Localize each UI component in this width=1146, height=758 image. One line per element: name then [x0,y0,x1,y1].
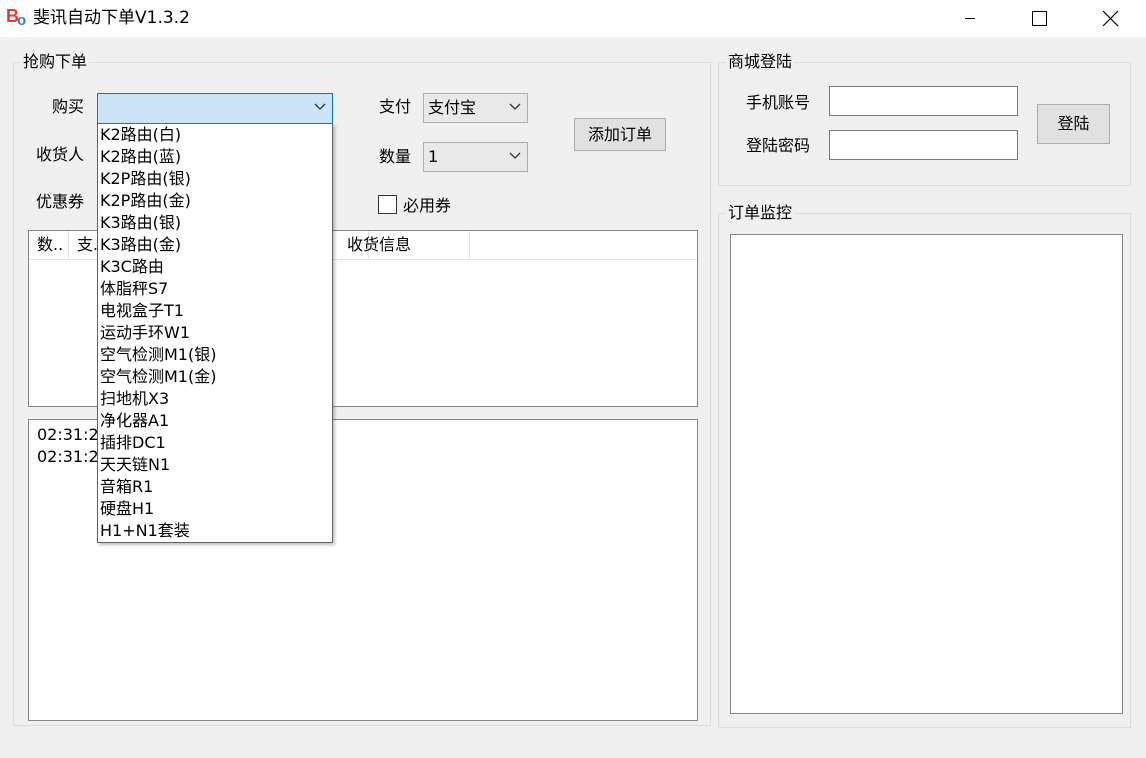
minimize-icon [965,18,975,19]
maximize-button[interactable] [1016,0,1062,36]
dropdown-option[interactable]: K2路由(蓝) [98,146,332,168]
coupon-label: 优惠券 [36,192,85,211]
dropdown-option[interactable]: K3路由(银) [98,212,332,234]
column-header-count[interactable]: 数.. [29,231,69,260]
app-logo: B o [6,7,30,29]
dropdown-option[interactable]: K2P路由(金) [98,190,332,212]
dropdown-option[interactable]: 净化器A1 [98,410,332,432]
chevron-down-icon [509,103,521,110]
logo-letter-o: o [17,12,27,29]
maximize-icon [1032,11,1047,26]
must-coupon-label: 必用券 [403,196,452,215]
add-order-button[interactable]: 添加订单 [574,118,666,151]
buy-label: 购买 [52,97,85,116]
pay-method-value: 支付宝 [428,98,477,117]
dropdown-option[interactable]: 硬盘H1 [98,498,332,520]
dropdown-option[interactable]: 空气检测M1(银) [98,344,332,366]
dropdown-option[interactable]: 体脂秤S7 [98,278,332,300]
dropdown-option[interactable]: K3C路由 [98,256,332,278]
dropdown-option[interactable]: 天天链N1 [98,454,332,476]
monitor-group-title: 订单监控 [726,203,795,223]
dropdown-option[interactable]: 插排DC1 [98,432,332,454]
dropdown-option[interactable]: 音箱R1 [98,476,332,498]
close-icon [1102,10,1119,27]
dropdown-option[interactable]: 电视盒子T1 [98,300,332,322]
dropdown-option[interactable]: H1+N1套装 [98,520,332,542]
phone-input[interactable] [829,86,1018,116]
order-group-title: 抢购下单 [21,52,90,72]
dropdown-option[interactable]: 空气检测M1(金) [98,366,332,388]
login-group-title: 商城登陆 [726,52,795,72]
quantity-value: 1 [428,147,439,166]
password-input[interactable] [829,130,1018,160]
log-line: 02:31:2 [37,447,99,466]
quantity-label: 数量 [379,147,412,166]
password-label: 登陆密码 [746,136,811,155]
quantity-select[interactable]: 1 [423,142,528,172]
log-line: 02:31:2 [37,425,99,444]
receiver-label: 收货人 [36,145,85,164]
dropdown-option[interactable]: 扫地机X3 [98,388,332,410]
close-button[interactable] [1087,0,1133,36]
dropdown-option[interactable]: 运动手环W1 [98,322,332,344]
chevron-down-icon [314,103,326,110]
minimize-button[interactable] [947,0,993,36]
window-title: 斐讯自动下单V1.3.2 [33,8,190,28]
product-dropdown-list[interactable]: K2路由(白) K2路由(蓝) K2P路由(银) K2P路由(金) K3路由(银) K3路… [97,123,333,543]
must-coupon-checkbox[interactable] [378,195,397,214]
product-select[interactable] [97,93,333,124]
column-header-receiver-info[interactable]: 收货信息 [339,231,470,260]
dropdown-option[interactable]: K2P路由(银) [98,168,332,190]
title-bar: B o 斐讯自动下单V1.3.2 [0,0,1146,37]
phone-label: 手机账号 [746,93,811,112]
chevron-down-icon [509,152,521,159]
dropdown-option[interactable]: K2路由(白) [98,124,332,146]
dropdown-option[interactable]: K3路由(金) [98,234,332,256]
order-monitor-panel[interactable] [730,234,1123,714]
login-button[interactable]: 登陆 [1037,104,1110,144]
pay-method-select[interactable]: 支付宝 [423,93,528,123]
pay-label: 支付 [379,97,412,116]
